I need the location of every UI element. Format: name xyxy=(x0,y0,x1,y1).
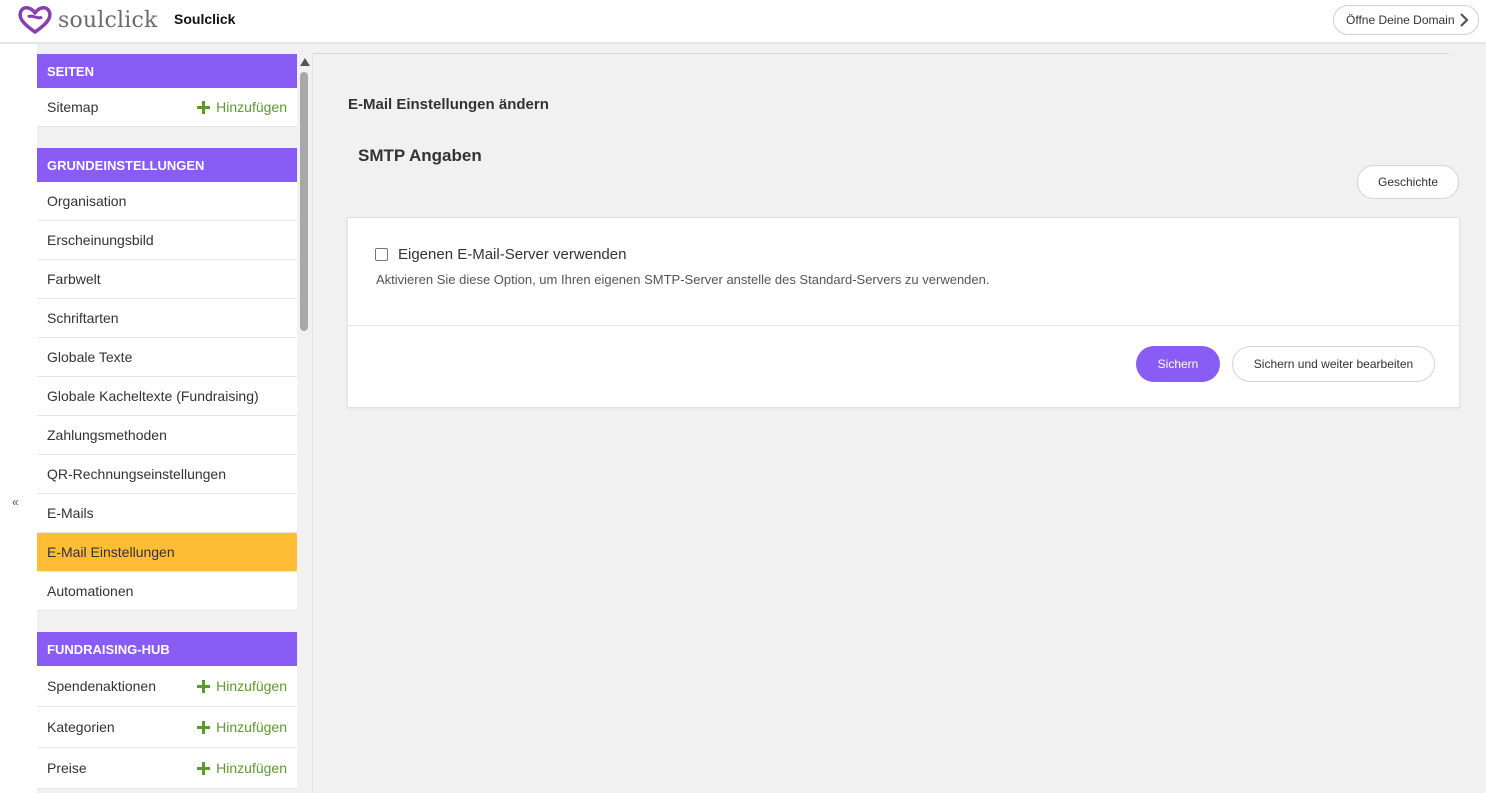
sidebar-item-e-mail-einstellungen[interactable]: E-Mail Einstellungen xyxy=(37,533,297,572)
plus-icon xyxy=(197,100,211,114)
add-spendenaktion-link[interactable]: Hinzufügen xyxy=(197,678,287,694)
add-sitemap-link[interactable]: Hinzufügen xyxy=(197,99,287,115)
sidebar-item-label: E-Mail Einstellungen xyxy=(47,544,175,560)
section-header-grundeinstellungen: GRUNDEINSTELLUNGEN xyxy=(37,148,297,182)
sidebar-item-label: Zahlungsmethoden xyxy=(47,427,167,443)
sidebar-item-globale-kacheltexte[interactable]: Globale Kacheltexte (Fundraising) xyxy=(37,377,297,416)
sidebar-item-label: Sitemap xyxy=(47,99,99,115)
sidebar-item-label: Farbwelt xyxy=(47,271,101,287)
checkbox-label[interactable]: Eigenen E-Mail-Server verwenden xyxy=(398,246,626,263)
sidebar-item-label: Erscheinungsbild xyxy=(47,232,154,248)
divider xyxy=(313,53,1449,54)
sidebar-item-organisation[interactable]: Organisation xyxy=(37,182,297,221)
heart-logo-icon xyxy=(18,6,52,34)
add-label: Hinzufügen xyxy=(216,760,287,776)
smtp-settings-card: Eigenen E-Mail-Server verwenden Aktivier… xyxy=(347,217,1460,408)
divider xyxy=(348,325,1459,326)
add-kategorie-link[interactable]: Hinzufügen xyxy=(197,719,287,735)
checkbox-help-text: Aktivieren Sie diese Option, um Ihren ei… xyxy=(376,272,990,287)
sidebar-item-label: Globale Kacheltexte (Fundraising) xyxy=(47,388,259,404)
section-header-fundraising-hub: FUNDRAISING-HUB xyxy=(37,632,297,666)
sidebar-item-label: Automationen xyxy=(47,583,134,599)
sidebar-item-zahlungsmethoden[interactable]: Zahlungsmethoden xyxy=(37,416,297,455)
sidebar-item-label: Globale Texte xyxy=(47,349,133,365)
save-button[interactable]: Sichern xyxy=(1136,346,1220,382)
section-header-seiten: SEITEN xyxy=(37,54,297,88)
save-and-continue-button[interactable]: Sichern und weiter bearbeiten xyxy=(1232,346,1435,382)
plus-icon xyxy=(197,679,211,693)
history-button[interactable]: Geschichte xyxy=(1357,165,1459,199)
sidebar-item-label: QR-Rechnungseinstellungen xyxy=(47,466,226,482)
logo[interactable]: soulclick xyxy=(16,5,158,35)
sidebar-item-spendenaktionen[interactable]: Spendenaktionen Hinzufügen xyxy=(37,666,297,707)
open-domain-button[interactable]: Öffne Deine Domain xyxy=(1333,5,1479,35)
sidebar-item-qr-rechnungseinstellungen[interactable]: QR-Rechnungseinstellungen xyxy=(37,455,297,494)
site-name: Soulclick xyxy=(174,11,236,27)
sidebar-item-preise[interactable]: Preise Hinzufügen xyxy=(37,748,297,789)
section-title: SMTP Angaben xyxy=(358,146,482,165)
sidebar-item-label: Schriftarten xyxy=(47,310,119,326)
add-preis-link[interactable]: Hinzufügen xyxy=(197,760,287,776)
sidebar-item-sitemap[interactable]: Sitemap Hinzufügen xyxy=(37,88,297,127)
sidebar-item-label: Organisation xyxy=(47,193,127,209)
sidebar-item-label: E-Mails xyxy=(47,505,94,521)
sidebar-item-kategorien[interactable]: Kategorien Hinzufügen xyxy=(37,707,297,748)
own-mail-server-option[interactable]: Eigenen E-Mail-Server verwenden xyxy=(375,246,626,263)
plus-icon xyxy=(197,720,211,734)
sidebar-scrollbar[interactable] xyxy=(297,54,313,793)
sidebar-item-globale-texte[interactable]: Globale Texte xyxy=(37,338,297,377)
top-bar: soulclick Soulclick Öffne Deine Domain xyxy=(0,0,1486,43)
own-mail-server-checkbox[interactable] xyxy=(375,248,388,261)
sidebar-item-farbwelt[interactable]: Farbwelt xyxy=(37,260,297,299)
add-label: Hinzufügen xyxy=(216,99,287,115)
sidebar-item-label: Spendenaktionen xyxy=(47,678,156,694)
sidebar-item-schriftarten[interactable]: Schriftarten xyxy=(37,299,297,338)
sidebar-item-label: Kategorien xyxy=(47,719,115,735)
open-domain-label: Öffne Deine Domain xyxy=(1346,13,1455,27)
logo-text: soulclick xyxy=(58,7,158,33)
sidebar-item-erscheinungsbild[interactable]: Erscheinungsbild xyxy=(37,221,297,260)
page-title: E-Mail Einstellungen ändern xyxy=(348,96,549,113)
scrollbar-thumb[interactable] xyxy=(300,72,308,331)
chevron-right-icon xyxy=(1460,13,1469,27)
sidebar: SEITEN Sitemap Hinzufügen GRUNDEINSTELLU… xyxy=(37,54,297,789)
sidebar-collapse-strip: « xyxy=(0,44,37,793)
add-label: Hinzufügen xyxy=(216,678,287,694)
collapse-sidebar-button[interactable]: « xyxy=(12,495,19,509)
add-label: Hinzufügen xyxy=(216,719,287,735)
sidebar-item-e-mails[interactable]: E-Mails xyxy=(37,494,297,533)
sidebar-item-label: Preise xyxy=(47,760,87,776)
plus-icon xyxy=(197,761,211,775)
sidebar-item-automationen[interactable]: Automationen xyxy=(37,572,297,611)
scroll-up-arrow-icon[interactable] xyxy=(300,58,310,66)
